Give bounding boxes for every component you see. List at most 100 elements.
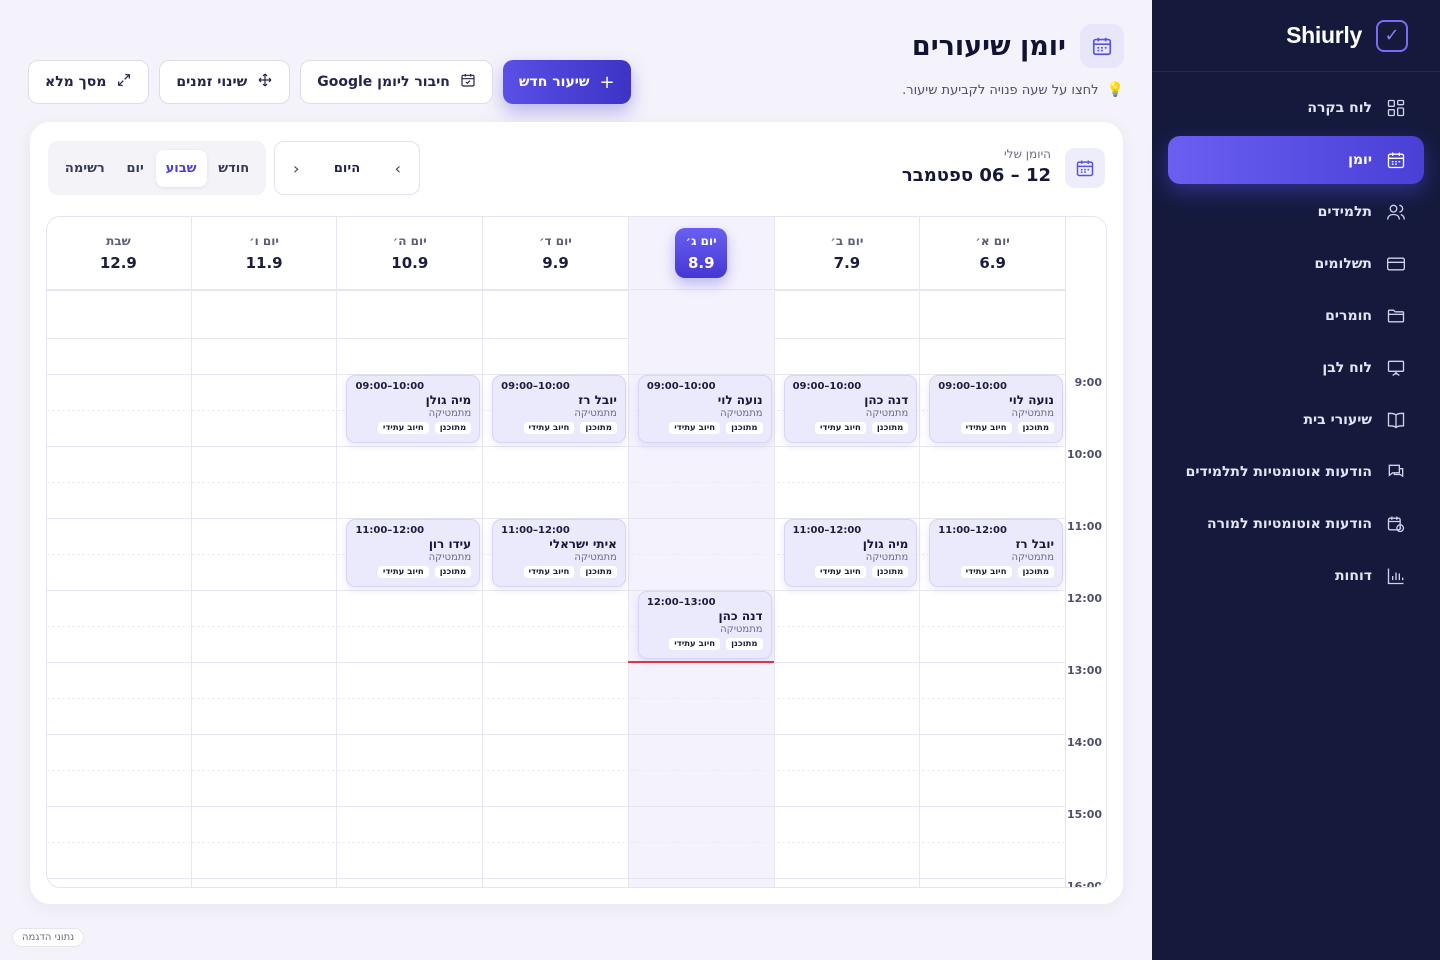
event-tags: מתוכנן חיוב עתידי — [355, 566, 472, 578]
new-lesson-button[interactable]: + שיעור חדש — [502, 60, 631, 104]
event-subject: מתמטיקה — [720, 408, 763, 419]
lesson-event[interactable]: 11:00–12:00 יובל רז מתמטיקה מתוכנן חיוב … — [929, 519, 1063, 587]
lesson-event[interactable]: 09:00–10:00 נועה לוי מתמטיקה מתוכנן חיוב… — [637, 375, 772, 443]
lightbulb-icon: 💡 — [1106, 82, 1124, 98]
google-calendar-label: חיבור ליומן Google — [317, 74, 450, 90]
sidebar-item[interactable]: שיעורי בית — [1168, 396, 1424, 444]
calendar-icon — [460, 72, 476, 92]
sidebar-item-label: תשלומים — [1314, 256, 1372, 272]
lesson-event[interactable]: 09:00–10:00 דנה כהן מתמטיקה מתוכנן חיוב … — [783, 375, 918, 443]
status-badge: מתוכנן — [434, 566, 472, 578]
day-header[interactable]: שבת 12.9 — [47, 217, 191, 290]
day-header[interactable]: יום ב׳ 7.9 — [774, 217, 920, 290]
lesson-event[interactable]: 09:00–10:00 נועה לוי מתמטיקה מתוכנן חיוב… — [929, 375, 1063, 443]
lesson-event[interactable]: 11:00–12:00 עידו רון מתמטיקה מתוכנן חיוב… — [346, 519, 481, 587]
today-pill: יום ג׳ 8.9 — [675, 228, 728, 278]
today-button[interactable]: היום — [334, 161, 360, 176]
sidebar-item[interactable]: תשלומים — [1168, 240, 1424, 288]
day-header[interactable]: יום ג׳ 8.9 — [628, 217, 774, 290]
day-header[interactable]: יום ה׳ 10.9 — [337, 217, 483, 290]
hour-label: 16:00 — [1066, 880, 1102, 888]
billing-badge: חיוב עתידי — [669, 638, 721, 650]
sidebar-item[interactable]: הודעות אוטומטיות למורה — [1168, 500, 1424, 548]
billing-badge: חיוב עתידי — [960, 422, 1012, 434]
hour-label: 11:00 — [1066, 520, 1102, 533]
day-column[interactable]: יום ו׳ 11.9 — [190, 217, 337, 887]
day-name: יום ה׳ — [392, 234, 427, 248]
calendar-icon — [1386, 150, 1406, 170]
sidebar-item[interactable]: הודעות אוטומטיות לתלמידים — [1168, 448, 1424, 496]
google-calendar-button[interactable]: חיבור ליומן Google — [300, 60, 493, 104]
book-icon — [1386, 410, 1406, 430]
current-time-indicator — [627, 661, 774, 663]
day-header[interactable]: יום ו׳ 11.9 — [191, 217, 337, 290]
event-student: נועה לוי — [1009, 393, 1054, 407]
hour-line — [47, 806, 1065, 807]
logo-check-icon: ✓ — [1376, 19, 1408, 52]
day-column[interactable]: יום ג׳ 8.9 — [627, 217, 774, 887]
day-header[interactable]: יום ד׳ 9.9 — [483, 217, 628, 290]
view-option[interactable]: רשימה — [55, 150, 115, 187]
day-date: 8.9 — [687, 254, 715, 272]
event-time: 11:00–12:00 — [355, 525, 425, 536]
expand-icon — [116, 72, 132, 92]
fullscreen-button[interactable]: מסך מלא — [28, 60, 150, 104]
view-option[interactable]: יום — [117, 150, 154, 187]
sidebar-nav: לוח בקרה יומן תלמידים תשלומים חומרים לוח… — [1152, 72, 1440, 608]
view-option[interactable]: שבוע — [155, 149, 207, 187]
status-badge: מתוכנן — [1017, 422, 1054, 434]
event-student: עידו רון — [428, 537, 472, 551]
sidebar-item[interactable]: לוח לבן — [1168, 344, 1424, 392]
event-tags: מתוכנן חיוב עתידי — [355, 422, 472, 434]
brand[interactable]: ✓ Shiurly — [1152, 0, 1440, 72]
calendar-icon — [1080, 24, 1124, 68]
toolbar: + שיעור חדש חיבור ליומן Google שינוי זמנ… — [28, 60, 631, 104]
whiteboard-icon — [1386, 358, 1406, 378]
event-subject: מתמטיקה — [574, 408, 617, 419]
day-column[interactable]: שבת 12.9 — [47, 217, 191, 887]
event-subject: מתמטיקה — [428, 408, 472, 419]
sidebar-item[interactable]: לוח בקרה — [1168, 84, 1424, 132]
view-option[interactable]: חודש — [208, 150, 259, 187]
lesson-event[interactable]: 11:00–12:00 איתי ישראלי מתמטיקה מתוכנן ח… — [492, 519, 626, 587]
event-time: 09:00–10:00 — [355, 381, 425, 392]
lesson-event[interactable]: 09:00–10:00 יובל רז מתמטיקה מתוכנן חיוב … — [492, 375, 626, 443]
event-student: דנה כהן — [864, 393, 909, 407]
day-name: שבת — [106, 234, 131, 248]
event-subject: מתמטיקה — [1011, 408, 1054, 419]
sidebar-item[interactable]: דוחות — [1168, 552, 1424, 600]
day-date: 7.9 — [833, 254, 861, 272]
event-student: מיה גולן — [425, 393, 472, 407]
chevron-right-icon[interactable]: › — [395, 159, 401, 178]
lesson-event[interactable]: 12:00–13:00 דנה כהן מתמטיקה מתוכנן חיוב … — [637, 591, 772, 659]
status-badge: מתוכנן — [434, 422, 472, 434]
sidebar-item-label: חומרים — [1325, 308, 1372, 324]
billing-badge: חיוב עתידי — [377, 422, 429, 434]
event-tags: מתוכנן חיוב עתידי — [647, 422, 763, 434]
hint: 💡 לחצו על שעה פנויה לקביעת שיעור. — [902, 82, 1124, 98]
reschedule-button[interactable]: שינוי זמנים — [159, 60, 291, 104]
sidebar-item[interactable]: תלמידים — [1168, 188, 1424, 236]
alarm-icon — [1386, 514, 1406, 534]
day-date: 12.9 — [99, 254, 137, 272]
lesson-event[interactable]: 09:00–10:00 מיה גולן מתמטיקה מתוכנן חיוב… — [346, 375, 481, 443]
event-time: 11:00–12:00 — [501, 525, 570, 536]
half-hour-line — [47, 770, 1065, 771]
event-subject: מתמטיקה — [865, 408, 909, 419]
event-subject: מתמטיקה — [574, 552, 617, 563]
day-name: יום ד׳ — [539, 234, 572, 248]
day-header[interactable]: יום א׳ 6.9 — [920, 217, 1065, 290]
dashboard-icon — [1386, 98, 1406, 118]
chevron-left-icon[interactable]: ‹ — [293, 159, 299, 178]
sidebar-item[interactable]: יומן — [1168, 136, 1424, 184]
sidebar-item[interactable]: חומרים — [1168, 292, 1424, 340]
billing-badge: חיוב עתידי — [814, 566, 866, 578]
event-student: מיה גולן — [862, 537, 909, 551]
status-badge: מתוכנן — [580, 422, 617, 434]
event-student: נועה לוי — [717, 393, 763, 407]
hour-label: 15:00 — [1066, 808, 1102, 821]
lesson-event[interactable]: 11:00–12:00 מיה גולן מתמטיקה מתוכנן חיוב… — [783, 519, 918, 587]
half-hour-line — [47, 842, 1065, 843]
hour-label: 10:00 — [1066, 448, 1102, 461]
event-tags: מתוכנן חיוב עתידי — [793, 566, 909, 578]
